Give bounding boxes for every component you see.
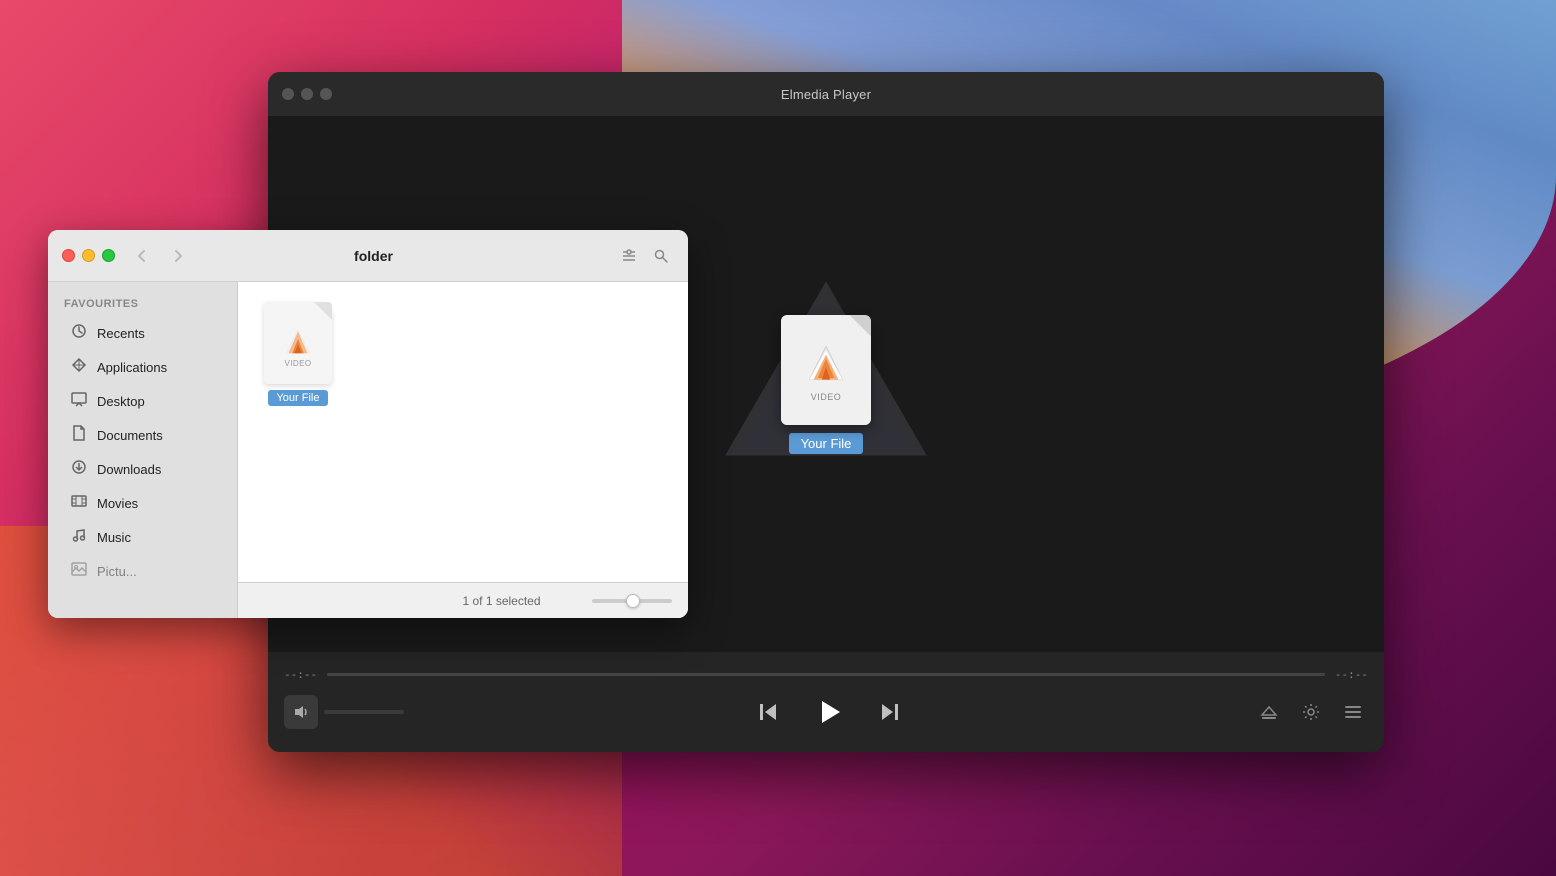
slider-thumb xyxy=(626,594,640,608)
photo-icon xyxy=(71,561,87,577)
finder-content: VIDEO Your File xyxy=(238,282,688,426)
music-icon xyxy=(70,527,88,547)
sidebar-pictures-label: Pictu... xyxy=(97,564,137,579)
player-maximize-button[interactable] xyxy=(320,88,332,100)
playlist-button[interactable] xyxy=(1338,697,1368,727)
finder-status-text: 1 of 1 selected xyxy=(423,594,580,608)
play-icon xyxy=(815,698,843,726)
skip-forward-button[interactable] xyxy=(872,695,906,729)
music-note-icon xyxy=(71,527,87,543)
sidebar-item-music[interactable]: Music xyxy=(54,520,231,554)
finder-window: folder Favourites xyxy=(48,230,688,618)
sidebar-movies-label: Movies xyxy=(97,496,138,511)
sidebar-desktop-label: Desktop xyxy=(97,394,145,409)
finder-sidebar: Favourites Recents xyxy=(48,282,238,618)
finder-folder-name: folder xyxy=(141,248,606,264)
player-controls: --:-- --:-- xyxy=(268,652,1384,752)
player-traffic-lights xyxy=(282,88,332,100)
download-icon xyxy=(71,459,87,475)
volume-section xyxy=(284,695,404,729)
pictures-icon xyxy=(70,561,88,581)
volume-icon xyxy=(293,704,309,720)
sidebar-item-downloads[interactable]: Downloads xyxy=(54,452,231,486)
volume-slider[interactable] xyxy=(324,710,404,714)
airplay-button[interactable] xyxy=(1254,697,1284,727)
finder-file-name-badge: Your File xyxy=(268,390,327,406)
sidebar-downloads-label: Downloads xyxy=(97,462,161,477)
player-file-type-label: VIDEO xyxy=(811,392,842,402)
sidebar-documents-label: Documents xyxy=(97,428,163,443)
settings-icon xyxy=(1301,702,1321,722)
documents-icon xyxy=(70,425,88,445)
player-title: Elmedia Player xyxy=(781,87,871,102)
play-button[interactable] xyxy=(806,689,852,735)
grid-icon xyxy=(71,357,87,373)
desktop-icon xyxy=(70,391,88,411)
finder-view-options-button[interactable] xyxy=(616,243,642,269)
skip-back-button[interactable] xyxy=(752,695,786,729)
player-minimize-button[interactable] xyxy=(301,88,313,100)
view-options-icon xyxy=(621,248,637,264)
sidebar-recents-label: Recents xyxy=(97,326,145,341)
finder-titlebar: folder xyxy=(48,230,688,282)
finder-search-button[interactable] xyxy=(648,243,674,269)
player-titlebar: Elmedia Player xyxy=(268,72,1384,116)
finder-file-type-label: VIDEO xyxy=(285,359,312,368)
player-file-name-badge: Your File xyxy=(789,433,864,454)
skip-forward-icon xyxy=(878,701,900,723)
sidebar-item-documents[interactable]: Documents xyxy=(54,418,231,452)
player-close-button[interactable] xyxy=(282,88,294,100)
sidebar-applications-label: Applications xyxy=(97,360,167,375)
finder-minimize-button[interactable] xyxy=(82,249,95,262)
film-icon xyxy=(71,493,87,509)
clock-icon xyxy=(71,323,87,339)
finder-file-item[interactable]: VIDEO Your File xyxy=(258,302,338,406)
progress-bar-row: --:-- --:-- xyxy=(284,652,1368,689)
finder-traffic-lights xyxy=(62,249,115,262)
finder-body: Favourites Recents xyxy=(48,282,688,618)
elmedia-logo-large xyxy=(801,338,851,388)
movies-icon xyxy=(70,493,88,513)
player-file-icon: VIDEO Your File xyxy=(781,315,871,454)
sidebar-music-label: Music xyxy=(97,530,131,545)
elmedia-logo-small xyxy=(280,323,316,359)
sidebar-item-pictures[interactable]: Pictu... xyxy=(54,554,231,588)
controls-row xyxy=(284,689,1368,745)
applications-icon xyxy=(70,357,88,377)
volume-button[interactable] xyxy=(284,695,318,729)
sidebar-item-desktop[interactable]: Desktop xyxy=(54,384,231,418)
finder-main: VIDEO Your File 1 of 1 selected xyxy=(238,282,688,618)
finder-maximize-button[interactable] xyxy=(102,249,115,262)
finder-statusbar: 1 of 1 selected xyxy=(238,582,688,618)
player-file-icon-shape: VIDEO xyxy=(781,315,871,425)
skip-back-icon xyxy=(758,701,780,723)
sidebar-section-favourites: Favourites xyxy=(48,294,237,316)
sidebar-item-applications[interactable]: Applications xyxy=(54,350,231,384)
settings-button[interactable] xyxy=(1296,697,1326,727)
time-start: --:-- xyxy=(284,668,317,681)
doc-icon xyxy=(71,425,87,441)
recents-icon xyxy=(70,323,88,343)
controls-center xyxy=(420,689,1238,735)
downloads-icon xyxy=(70,459,88,479)
sidebar-item-movies[interactable]: Movies xyxy=(54,486,231,520)
sidebar-item-recents[interactable]: Recents xyxy=(54,316,231,350)
monitor-icon xyxy=(71,391,87,407)
controls-right xyxy=(1254,697,1368,727)
finder-file-icon: VIDEO xyxy=(264,302,332,384)
slider-track xyxy=(592,599,672,603)
progress-track[interactable] xyxy=(327,673,1325,676)
finder-nav-right xyxy=(616,243,674,269)
search-icon xyxy=(653,248,669,264)
finder-close-button[interactable] xyxy=(62,249,75,262)
playlist-icon xyxy=(1343,702,1363,722)
airplay-icon xyxy=(1258,701,1280,723)
time-end: --:-- xyxy=(1335,668,1368,681)
icon-size-slider[interactable] xyxy=(592,599,672,603)
